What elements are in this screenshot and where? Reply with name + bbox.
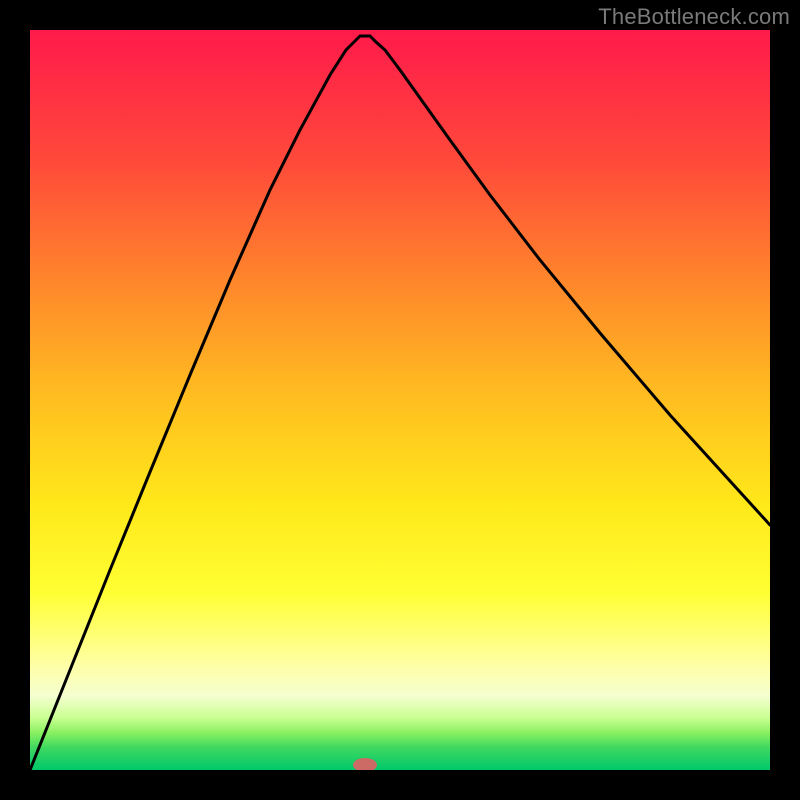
bottleneck-curve	[30, 36, 770, 770]
minimum-marker	[353, 758, 377, 770]
plot-area	[30, 30, 770, 770]
watermark-text: TheBottleneck.com	[598, 4, 790, 30]
chart-frame: TheBottleneck.com	[0, 0, 800, 800]
chart-svg	[30, 30, 770, 770]
